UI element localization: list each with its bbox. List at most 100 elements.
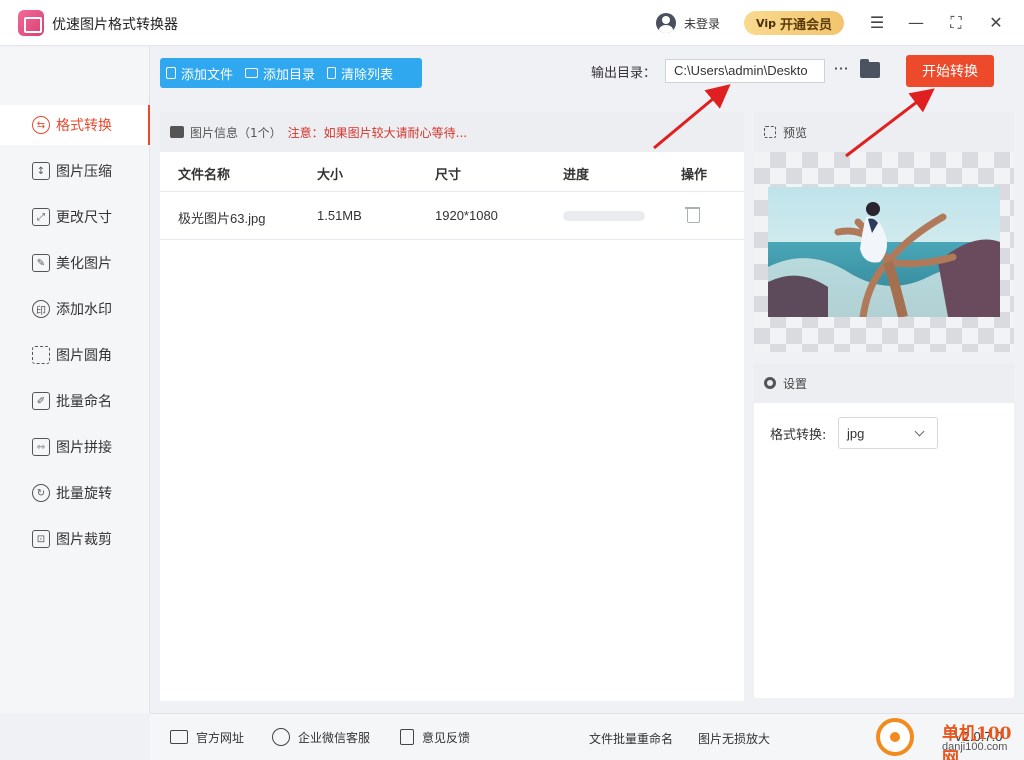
sidebar-item-crop[interactable]: ⊡ 图片裁剪	[0, 519, 150, 559]
preview-header: 预览	[754, 112, 1014, 152]
app-logo-icon	[18, 10, 44, 36]
close-icon[interactable]: ✕	[985, 12, 1007, 34]
file-size-cell: 1.51MB	[317, 208, 362, 223]
sidebar-item-label: 格式转换	[56, 118, 112, 134]
gear-icon	[764, 377, 776, 389]
compress-icon: ↕	[32, 162, 50, 180]
column-header-actions: 操作	[681, 168, 708, 183]
progress-bar	[563, 211, 645, 221]
large-file-note: 注意：如果图片较大请耐心等待...	[287, 125, 468, 140]
sidebar-item-batch-rename[interactable]: ✐ 批量命名	[0, 381, 150, 421]
beautify-icon: ✎	[32, 254, 50, 272]
vip-icon: Vip	[756, 16, 776, 30]
batch-rename-link[interactable]: 文件批量重命名	[589, 730, 673, 747]
sidebar: ⇆ 格式转换 ↕ 图片压缩 ⤢ 更改尺寸 ✎ 美化图片 印 添加水印 图片圆角 …	[0, 47, 150, 713]
settings-panel: 设置 格式转换: jpg	[754, 363, 1014, 698]
sidebar-item-resize[interactable]: ⤢ 更改尺寸	[0, 197, 150, 237]
feedback-label: 意见反馈	[422, 730, 471, 745]
feedback-link[interactable]: 意见反馈	[400, 728, 470, 746]
crop-icon: ⊡	[32, 530, 50, 548]
column-header-name: 文件名称	[178, 168, 231, 183]
rename-icon: ✐	[32, 392, 50, 410]
login-button[interactable]: 未登录	[656, 12, 720, 34]
title-bar: 优速图片格式转换器 未登录 Vip 开通会员 ☰ — ⛶ ✕	[0, 0, 1024, 46]
divider	[160, 239, 744, 240]
sidebar-item-label: 批量命名	[56, 394, 112, 410]
column-header-dimensions: 尺寸	[435, 168, 462, 183]
minimize-icon[interactable]: —	[905, 12, 927, 34]
settings-header: 设置	[754, 363, 1014, 403]
sidebar-item-label: 图片裁剪	[56, 532, 112, 548]
feedback-icon	[400, 729, 414, 745]
sidebar-item-label: 更改尺寸	[56, 210, 112, 226]
output-dir-label: 输出目录：	[591, 66, 657, 81]
user-avatar-icon	[656, 13, 676, 33]
preview-image	[768, 187, 1000, 317]
sidebar-item-watermark[interactable]: 印 添加水印	[0, 289, 150, 329]
site-watermark: 单机100网 danji100.com	[876, 718, 1020, 760]
sidebar-item-format-convert[interactable]: ⇆ 格式转换	[0, 105, 150, 145]
sidebar-item-rounded-corner[interactable]: 图片圆角	[0, 335, 150, 375]
sidebar-item-beautify[interactable]: ✎ 美化图片	[0, 243, 150, 283]
settings-title: 设置	[783, 376, 808, 391]
sidebar-item-label: 图片圆角	[56, 348, 112, 364]
add-file-label: 添加文件	[181, 67, 234, 83]
add-folder-label: 添加目录	[263, 67, 316, 83]
watermark-icon: 印	[32, 300, 50, 318]
vip-label: 开通会员	[779, 17, 832, 33]
sidebar-item-label: 批量旋转	[56, 486, 112, 502]
convert-icon: ⇆	[32, 116, 50, 134]
vip-button[interactable]: Vip 开通会员	[744, 11, 844, 35]
login-label: 未登录	[684, 16, 721, 31]
trash-small-icon	[327, 67, 337, 79]
preview-scan-icon	[764, 126, 776, 138]
website-icon	[170, 730, 188, 744]
format-label: 格式转换:	[770, 428, 827, 443]
delete-icon[interactable]	[685, 206, 700, 223]
file-count-title: 图片信息（1个）	[190, 125, 282, 140]
file-dimensions-cell: 1920*1080	[435, 208, 498, 223]
rounded-corner-icon	[32, 346, 50, 364]
maximize-icon[interactable]: ⛶	[945, 12, 967, 34]
add-file-button[interactable]: 添加文件	[160, 58, 239, 88]
file-list-panel: 图片信息（1个） 注意：如果图片较大请耐心等待... 文件名称 大小 尺寸 进度…	[160, 112, 744, 701]
sidebar-item-stitch[interactable]: ⇿ 图片拼接	[0, 427, 150, 467]
column-header-progress: 进度	[563, 168, 590, 183]
watermark-site-name: 单机100网	[942, 724, 1012, 760]
wechat-support-link[interactable]: 企业微信客服	[272, 728, 370, 746]
stitch-icon: ⇿	[32, 438, 50, 456]
website-label: 官方网址	[196, 730, 245, 745]
preview-panel: 预览	[754, 112, 1014, 352]
lossless-enlarge-link[interactable]: 图片无损放大	[698, 730, 770, 747]
watermark-logo-icon	[876, 718, 914, 756]
sidebar-item-label: 添加水印	[56, 302, 112, 318]
output-dir-input[interactable]: C:\Users\admin\Deskto	[665, 59, 825, 83]
sidebar-item-compress[interactable]: ↕ 图片压缩	[0, 151, 150, 191]
clear-list-button[interactable]: 清除列表	[321, 58, 399, 88]
add-folder-button[interactable]: 添加目录	[239, 58, 321, 88]
file-name-cell: 极光图片63.jpg	[178, 211, 266, 226]
sidebar-item-rotate[interactable]: ↻ 批量旋转	[0, 473, 150, 513]
preview-title: 预览	[783, 125, 808, 140]
format-select[interactable]: jpg	[838, 417, 938, 449]
start-convert-button[interactable]: 开始转换	[906, 55, 994, 87]
divider	[160, 191, 744, 192]
more-options-button[interactable]: ···	[830, 60, 852, 82]
website-link[interactable]: 官方网址	[170, 728, 244, 746]
sidebar-item-label: 图片压缩	[56, 164, 112, 180]
image-icon	[170, 126, 184, 138]
chevron-down-icon	[914, 426, 925, 437]
open-folder-icon[interactable]	[860, 59, 880, 78]
wechat-icon	[272, 728, 290, 746]
sidebar-item-label: 图片拼接	[56, 440, 112, 456]
column-header-size: 大小	[317, 168, 344, 183]
menu-icon[interactable]: ☰	[866, 12, 888, 34]
rotate-icon: ↻	[32, 484, 50, 502]
file-toolbar: 添加文件 添加目录 清除列表	[160, 58, 422, 88]
format-select-value: jpg	[847, 425, 865, 441]
file-icon	[166, 67, 176, 79]
sidebar-item-label: 美化图片	[56, 256, 112, 272]
app-title: 优速图片格式转换器	[52, 17, 178, 33]
folder-outline-icon	[245, 68, 259, 78]
watermark-site-url: danji100.com	[942, 741, 1008, 753]
